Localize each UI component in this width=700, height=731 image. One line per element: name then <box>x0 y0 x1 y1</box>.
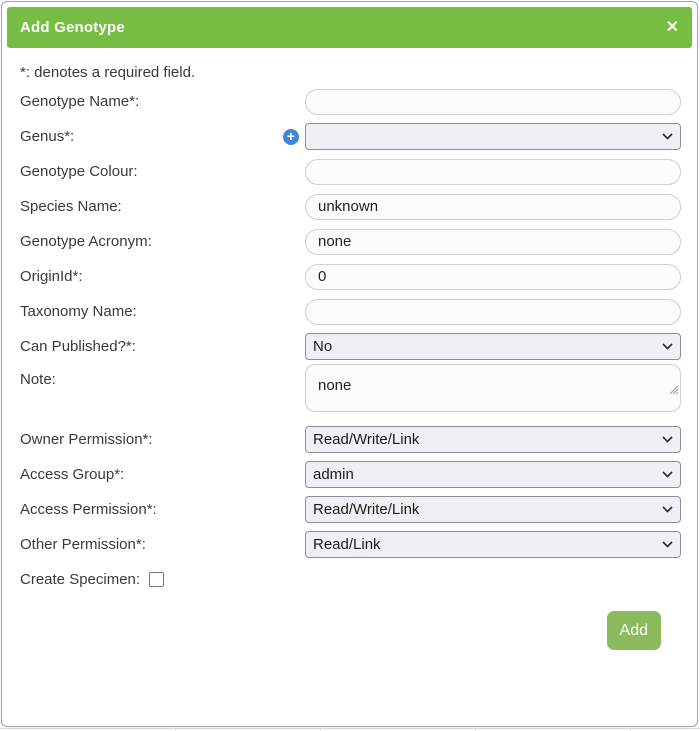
chevron-down-icon <box>662 436 673 443</box>
form-row-originid: OriginId*: <box>20 259 679 294</box>
genotype-colour-input[interactable] <box>305 159 681 185</box>
select-value: No <box>313 338 332 355</box>
field-label: OriginId*: <box>20 268 305 285</box>
field-label: Genotype Colour: <box>20 163 305 180</box>
form-row-species-name: Species Name: <box>20 189 679 224</box>
chevron-down-icon <box>662 471 673 478</box>
close-icon[interactable]: ✕ <box>666 20 679 36</box>
select-value: Read/Link <box>313 536 381 553</box>
form-row-other-permission: Other Permission*: Read/Link <box>20 527 679 562</box>
dialog-title: Add Genotype <box>20 19 125 36</box>
form-row-note: Note: none <box>20 364 679 422</box>
form-row-genus: Genus*: + <box>20 119 679 154</box>
field-label: Species Name: <box>20 198 305 215</box>
form-row-create-specimen: Create Specimen: <box>20 562 679 597</box>
species-name-input[interactable] <box>305 194 681 220</box>
dialog-header: Add Genotype ✕ <box>7 7 692 48</box>
plus-circle-icon[interactable]: + <box>283 129 299 145</box>
can-published-select[interactable]: No <box>305 333 681 360</box>
field-label: Genotype Acronym: <box>20 233 305 250</box>
other-permission-select[interactable]: Read/Link <box>305 531 681 558</box>
field-label: Other Permission*: <box>20 536 305 553</box>
genotype-acronym-input[interactable] <box>305 229 681 255</box>
field-label: Note: <box>20 364 305 388</box>
form-row-owner-permission: Owner Permission*: Read/Write/Link <box>20 422 679 457</box>
field-label: Can Published?*: <box>20 338 305 355</box>
chevron-down-icon <box>662 343 673 350</box>
form-row-access-group: Access Group*: admin <box>20 457 679 492</box>
form-row-genotype-acronym: Genotype Acronym: <box>20 224 679 259</box>
field-label: Taxonomy Name: <box>20 303 305 320</box>
note-textarea[interactable]: none <box>305 364 681 412</box>
genotype-name-input[interactable] <box>305 89 681 115</box>
access-group-select[interactable]: admin <box>305 461 681 488</box>
add-button[interactable]: Add <box>607 611 661 650</box>
field-label: Create Specimen: <box>20 571 140 588</box>
taxonomy-name-input[interactable] <box>305 299 681 325</box>
required-field-note: *: denotes a required field. <box>20 62 679 83</box>
field-label: Genus*: <box>20 128 305 145</box>
field-label: Genotype Name*: <box>20 93 305 110</box>
originid-input[interactable] <box>305 264 681 290</box>
owner-permission-select[interactable]: Read/Write/Link <box>305 426 681 453</box>
field-label: Access Group*: <box>20 466 305 483</box>
select-value: admin <box>313 466 354 483</box>
form-row-genotype-name: Genotype Name*: <box>20 84 679 119</box>
chevron-down-icon <box>662 506 673 513</box>
chevron-down-icon <box>662 541 673 548</box>
chevron-down-icon <box>662 133 673 140</box>
select-value: Read/Write/Link <box>313 501 419 518</box>
field-label: Access Permission*: <box>20 501 305 518</box>
form-row-genotype-colour: Genotype Colour: <box>20 154 679 189</box>
dialog-footer: Add <box>20 597 679 650</box>
genus-select[interactable] <box>305 123 681 150</box>
create-specimen-checkbox[interactable] <box>149 572 164 587</box>
select-value: Read/Write/Link <box>313 431 419 448</box>
add-genotype-dialog: Add Genotype ✕ *: denotes a required fie… <box>1 1 698 727</box>
form-row-taxonomy-name: Taxonomy Name: <box>20 294 679 329</box>
access-permission-select[interactable]: Read/Write/Link <box>305 496 681 523</box>
add-genotype-form: *: denotes a required field. Genotype Na… <box>2 53 697 650</box>
form-row-can-published: Can Published?*: No <box>20 329 679 364</box>
form-row-access-permission: Access Permission*: Read/Write/Link <box>20 492 679 527</box>
field-label: Owner Permission*: <box>20 431 305 448</box>
